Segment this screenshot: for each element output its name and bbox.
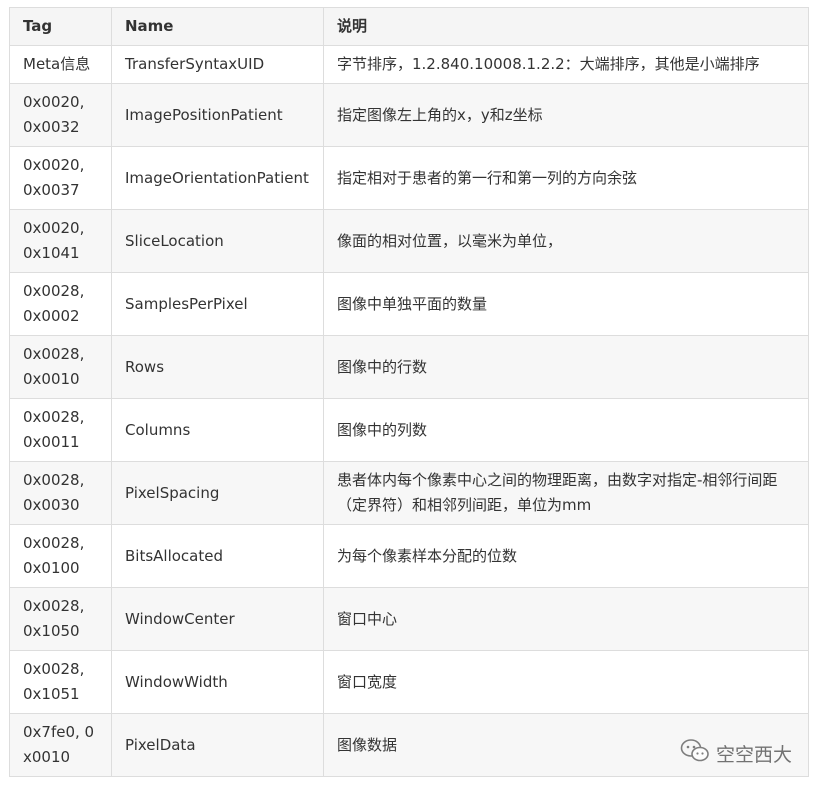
cell-tag: 0x0028, 0x1051: [9, 650, 112, 714]
table-row: 0x0028, 0x0010 Rows 图像中的行数: [9, 335, 809, 399]
cell-description: 指定相对于患者的第一行和第一列的方向余弦: [323, 146, 809, 210]
cell-description: 像面的相对位置，以毫米为单位，: [323, 209, 809, 273]
table-row: 0x0028, 0x1051 WindowWidth 窗口宽度: [9, 650, 809, 714]
cell-tag: 0x0020, 0x1041: [9, 209, 112, 273]
cell-name: Columns: [111, 398, 324, 462]
table-row: 0x0028, 0x0011 Columns 图像中的列数: [9, 398, 809, 462]
watermark: 空空西大: [680, 738, 792, 769]
column-header-name: Name: [111, 7, 324, 46]
cell-name: ImagePositionPatient: [111, 83, 324, 147]
cell-name: PixelData: [111, 713, 324, 777]
cell-description: 窗口宽度: [323, 650, 809, 714]
cell-name: WindowWidth: [111, 650, 324, 714]
cell-tag: 0x0028, 0x0010: [9, 335, 112, 399]
cell-name: WindowCenter: [111, 587, 324, 651]
cell-tag: 0x0028, 0x0100: [9, 524, 112, 588]
cell-tag: 0x0020, 0x0032: [9, 83, 112, 147]
table-row: Meta信息 TransferSyntaxUID 字节排序，1.2.840.10…: [9, 45, 809, 84]
dicom-tag-table: Tag Name 说明 Meta信息 TransferSyntaxUID 字节排…: [9, 7, 809, 777]
table-body: Meta信息 TransferSyntaxUID 字节排序，1.2.840.10…: [9, 45, 809, 777]
cell-name: Rows: [111, 335, 324, 399]
cell-tag: 0x0020, 0x0037: [9, 146, 112, 210]
table-row: 0x0020, 0x0037 ImageOrientationPatient 指…: [9, 146, 809, 210]
cell-tag: Meta信息: [9, 45, 112, 84]
cell-name: SliceLocation: [111, 209, 324, 273]
wechat-icon: [680, 738, 710, 769]
cell-name: PixelSpacing: [111, 461, 324, 525]
table-row: 0x0020, 0x0032 ImagePositionPatient 指定图像…: [9, 83, 809, 147]
cell-description: 患者体内每个像素中心之间的物理距离，由数字对指定-相邻行间距（定界符）和相邻列间…: [323, 461, 809, 525]
table-row: 0x0028, 0x1050 WindowCenter 窗口中心: [9, 587, 809, 651]
table-row: 0x0028, 0x0002 SamplesPerPixel 图像中单独平面的数…: [9, 272, 809, 336]
page: Tag Name 说明 Meta信息 TransferSyntaxUID 字节排…: [0, 0, 823, 790]
cell-description: 图像中单独平面的数量: [323, 272, 809, 336]
cell-description: 图像中的列数: [323, 398, 809, 462]
cell-name: ImageOrientationPatient: [111, 146, 324, 210]
column-header-description: 说明: [323, 7, 809, 46]
cell-tag: 0x0028, 0x0002: [9, 272, 112, 336]
cell-description: 为每个像素样本分配的位数: [323, 524, 809, 588]
cell-description: 指定图像左上角的x，y和z坐标: [323, 83, 809, 147]
table-row: 0x0028, 0x0030 PixelSpacing 患者体内每个像素中心之间…: [9, 461, 809, 525]
cell-name: TransferSyntaxUID: [111, 45, 324, 84]
cell-description: 窗口中心: [323, 587, 809, 651]
column-header-tag: Tag: [9, 7, 112, 46]
table-header-row: Tag Name 说明: [9, 7, 809, 46]
cell-name: BitsAllocated: [111, 524, 324, 588]
cell-tag: 0x0028, 0x1050: [9, 587, 112, 651]
cell-name: SamplesPerPixel: [111, 272, 324, 336]
cell-tag: 0x0028, 0x0030: [9, 461, 112, 525]
cell-tag: 0x7fe0, 0x0010: [9, 713, 112, 777]
cell-tag: 0x0028, 0x0011: [9, 398, 112, 462]
table-row: 0x0028, 0x0100 BitsAllocated 为每个像素样本分配的位…: [9, 524, 809, 588]
cell-description: 图像中的行数: [323, 335, 809, 399]
cell-description: 字节排序，1.2.840.10008.1.2.2：大端排序，其他是小端排序: [323, 45, 809, 84]
watermark-text: 空空西大: [716, 744, 793, 766]
table-row: 0x0020, 0x1041 SliceLocation 像面的相对位置，以毫米…: [9, 209, 809, 273]
